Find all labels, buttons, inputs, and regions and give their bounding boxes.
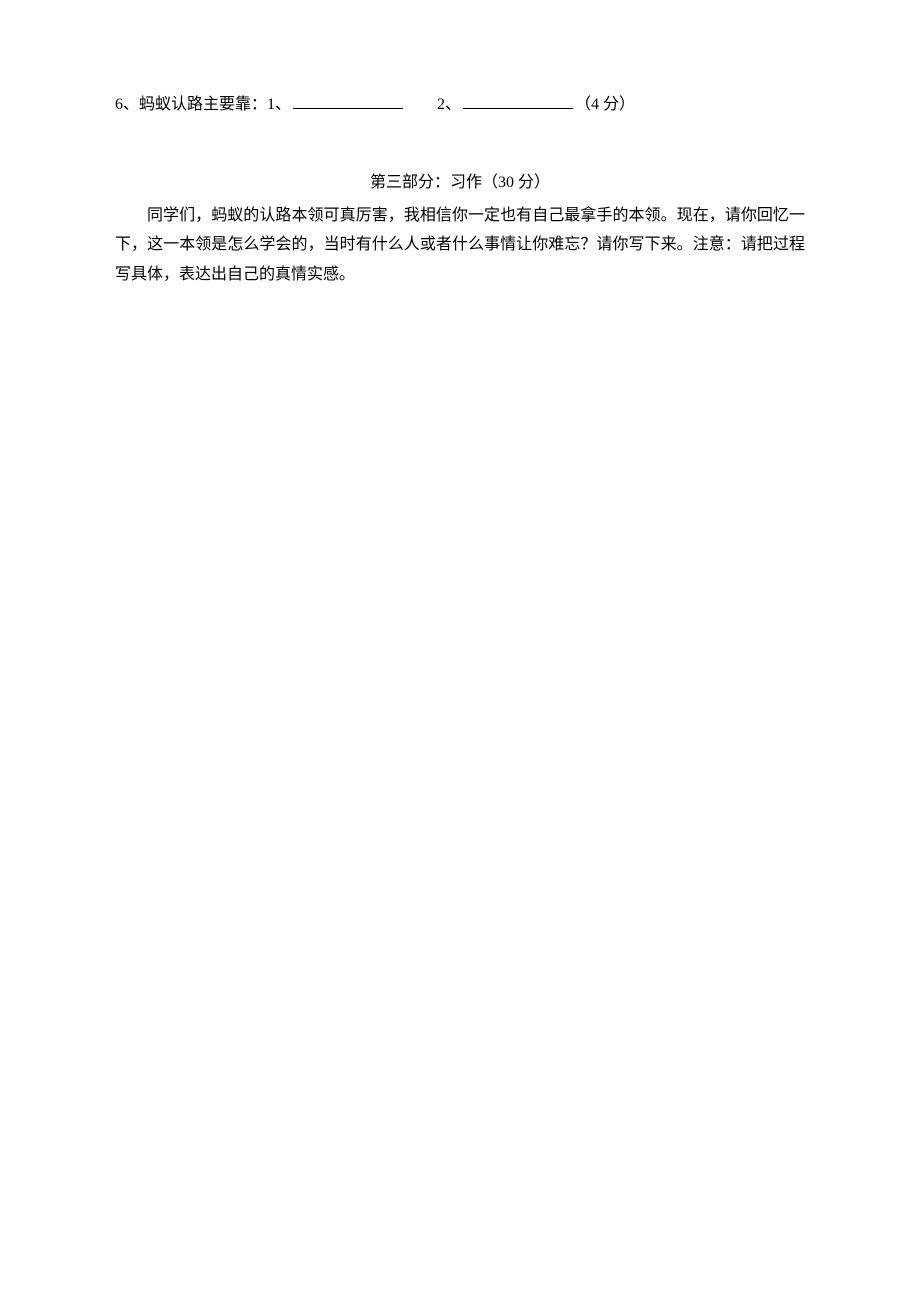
question-6-prefix: 6、蚂蚁认路主要靠：1、 [115, 96, 291, 113]
section-3-header: 第三部分：习作（30 分） [115, 168, 805, 198]
question-6: 6、蚂蚁认路主要靠：1、 2、 （4 分） [115, 90, 805, 120]
blank-2[interactable] [463, 93, 573, 109]
blank-1[interactable] [293, 93, 403, 109]
question-6-suffix: （4 分） [575, 96, 635, 113]
question-6-middle: 2、 [405, 96, 461, 113]
essay-prompt: 同学们，蚂蚁的认路本领可真厉害，我相信你一定也有自己最拿手的本领。现在，请你回忆… [115, 201, 805, 290]
